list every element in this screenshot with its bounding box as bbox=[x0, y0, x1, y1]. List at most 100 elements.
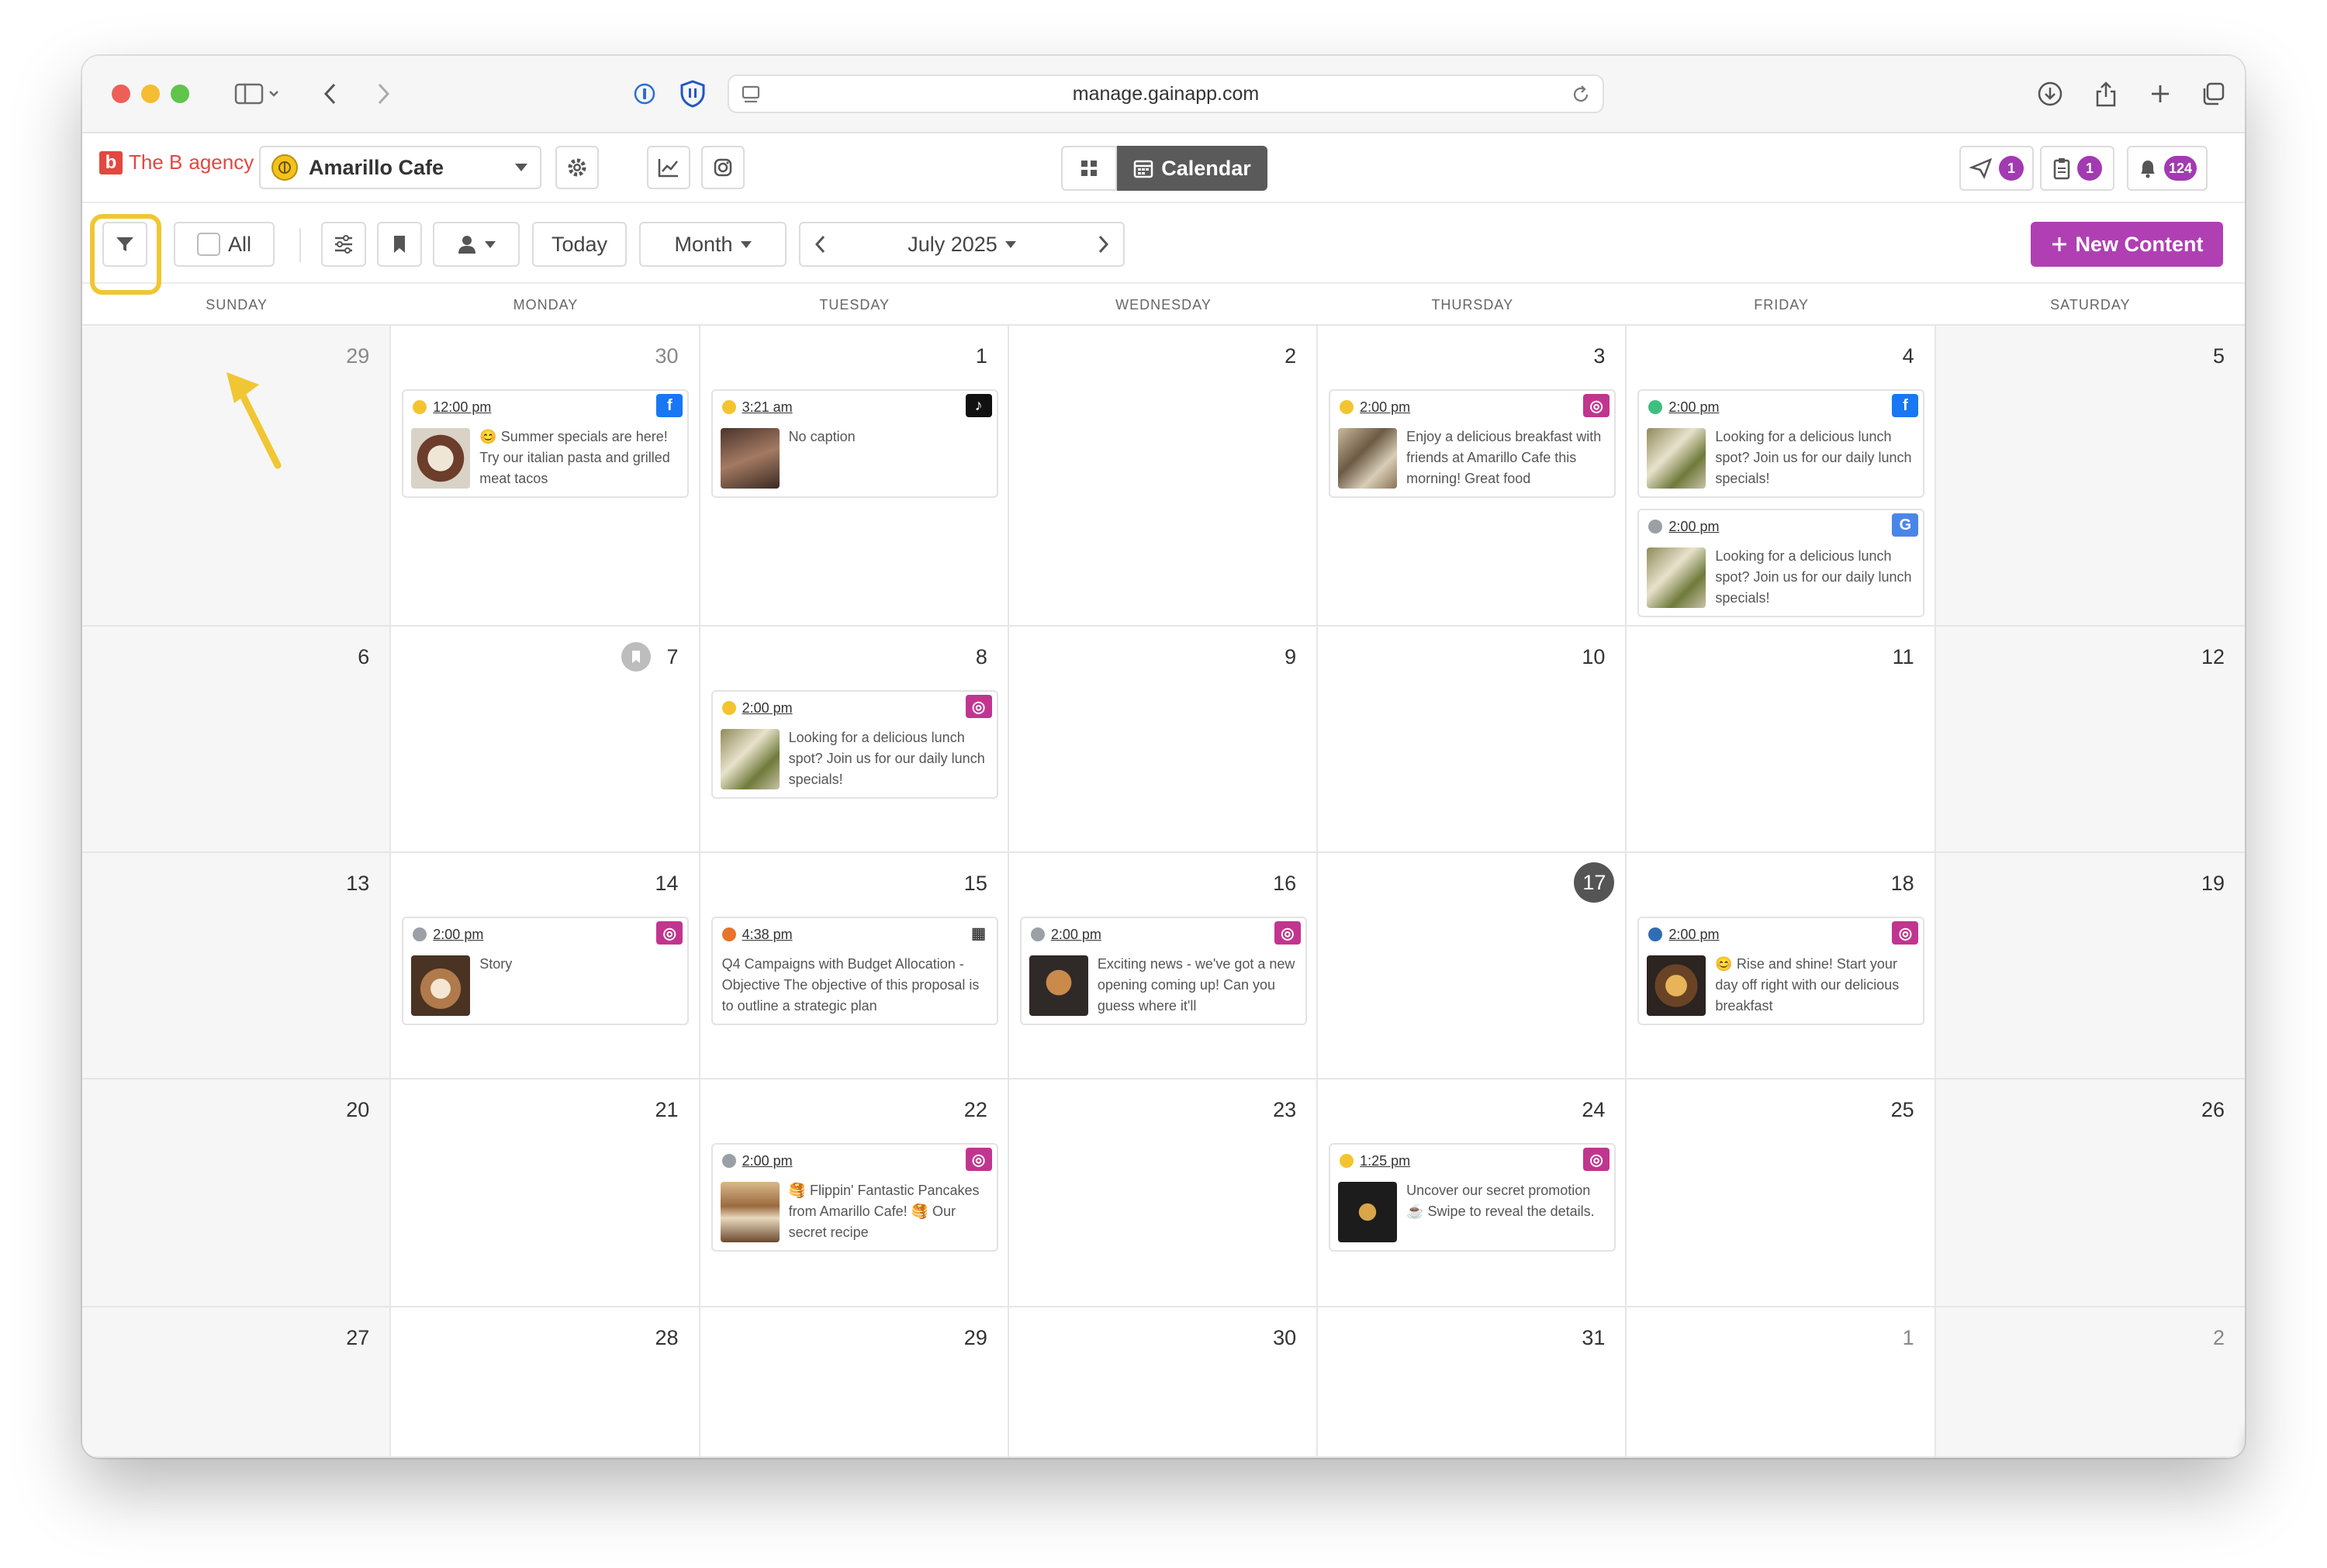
chart-icon bbox=[658, 159, 678, 178]
day-cell[interactable]: 6 bbox=[82, 627, 392, 853]
grid-view-button[interactable] bbox=[1061, 146, 1117, 191]
post-card[interactable]: 2:00 pm ◎ Enjoy a delicious breakfast wi… bbox=[1329, 389, 1616, 498]
post-time[interactable]: 4:38 pm bbox=[742, 927, 793, 943]
period-label[interactable]: July 2025 bbox=[908, 233, 998, 257]
day-cell[interactable]: 19 bbox=[1935, 853, 2245, 1079]
analytics-button[interactable] bbox=[647, 146, 690, 189]
bookmark-button[interactable] bbox=[377, 222, 422, 267]
post-time[interactable]: 2:00 pm bbox=[1051, 927, 1101, 943]
day-cell[interactable]: 31 bbox=[1318, 1307, 1627, 1458]
share-icon[interactable] bbox=[2087, 74, 2125, 113]
instagram-button[interactable] bbox=[701, 146, 745, 189]
view-mode-dropdown[interactable]: Month bbox=[639, 222, 787, 267]
day-cell[interactable]: 22 2:00 pm ◎ 🥞 Flippin' Fantastic Pancak… bbox=[700, 1079, 1009, 1307]
new-content-button[interactable]: New Content bbox=[2031, 222, 2223, 267]
post-card[interactable]: 12:00 pm f 😊 Summer specials are here! T… bbox=[402, 389, 690, 498]
day-cell[interactable]: 8 2:00 pm ◎ Looking for a delicious lunc… bbox=[700, 627, 1009, 853]
day-cell[interactable]: 13 bbox=[82, 853, 392, 1079]
next-month-button[interactable] bbox=[1097, 234, 1109, 260]
shield-extension-icon[interactable] bbox=[673, 74, 712, 113]
day-cell[interactable]: 30 bbox=[1008, 1307, 1319, 1458]
prev-month-button[interactable] bbox=[814, 234, 827, 260]
post-card[interactable]: 4:38 pm ▦ Q4 Campaigns with Budget Alloc… bbox=[711, 917, 998, 1025]
notifications-button[interactable]: 124 bbox=[2127, 146, 2208, 191]
clipboard-icon bbox=[2053, 158, 2070, 180]
day-cell[interactable]: 10 bbox=[1318, 627, 1627, 853]
post-card[interactable]: 2:00 pm ◎ Exciting news - we've got a ne… bbox=[1019, 917, 1307, 1025]
day-cell[interactable]: 23 bbox=[1008, 1079, 1319, 1307]
close-window-button[interactable] bbox=[112, 85, 130, 103]
day-cell[interactable]: 11 bbox=[1627, 627, 1936, 853]
day-cell[interactable]: 7 bbox=[391, 627, 700, 853]
settings-sliders-button[interactable] bbox=[321, 222, 366, 267]
reload-icon[interactable] bbox=[1570, 84, 1592, 111]
day-cell[interactable]: 29 bbox=[82, 326, 392, 627]
instagram-icon: ◎ bbox=[965, 1148, 992, 1171]
address-bar[interactable]: manage.gainapp.com bbox=[728, 74, 1604, 113]
post-time[interactable]: 2:00 pm bbox=[1360, 399, 1410, 416]
post-time[interactable]: 12:00 pm bbox=[433, 399, 491, 416]
day-cell[interactable]: 30 12:00 pm f 😊 Summer specials are here… bbox=[391, 326, 700, 627]
day-cell[interactable]: 12 bbox=[1935, 627, 2245, 853]
day-cell[interactable]: 1 bbox=[1627, 1307, 1936, 1458]
post-time[interactable]: 2:00 pm bbox=[1668, 399, 1719, 416]
day-cell[interactable]: 28 bbox=[391, 1307, 700, 1458]
day-cell[interactable]: 4 2:00 pm f Looking for a delicious lunc… bbox=[1627, 326, 1936, 627]
page-settings-icon[interactable] bbox=[740, 84, 762, 111]
post-time[interactable]: 2:00 pm bbox=[1668, 519, 1719, 535]
brand-logo[interactable]: b The B agency bbox=[99, 150, 254, 174]
day-cell[interactable]: 1 3:21 am ♪ No caption bbox=[700, 326, 1009, 627]
settings-button[interactable] bbox=[555, 146, 599, 189]
day-cell[interactable]: 25 bbox=[1627, 1079, 1936, 1307]
day-cell[interactable]: 2 bbox=[1935, 1307, 2245, 1458]
post-card[interactable]: 2:00 pm ◎ 😊 Rise and shine! Start your d… bbox=[1637, 917, 1925, 1025]
post-card[interactable]: 2:00 pm f Looking for a delicious lunch … bbox=[1637, 389, 1925, 498]
forward-icon[interactable] bbox=[368, 74, 399, 113]
day-cell[interactable]: 3 2:00 pm ◎ Enjoy a delicious breakfast … bbox=[1318, 326, 1627, 627]
location-select[interactable]: Amarillo Cafe bbox=[259, 146, 541, 189]
post-time[interactable]: 3:21 am bbox=[742, 399, 793, 416]
password-extension-icon[interactable] bbox=[625, 74, 664, 113]
sidebar-toggle-icon[interactable] bbox=[226, 74, 289, 113]
day-cell[interactable]: 20 bbox=[82, 1079, 392, 1307]
post-time[interactable]: 2:00 pm bbox=[433, 927, 483, 943]
post-time[interactable]: 2:00 pm bbox=[742, 700, 793, 717]
back-icon[interactable] bbox=[315, 74, 346, 113]
calendar-view-button[interactable]: Calendar bbox=[1117, 146, 1267, 191]
day-cell[interactable]: 16 2:00 pm ◎ Exciting news - we've got a… bbox=[1008, 853, 1319, 1079]
day-number: 31 bbox=[1582, 1326, 1606, 1349]
post-card[interactable]: 2:00 pm G Looking for a delicious lunch … bbox=[1637, 509, 1925, 617]
post-time[interactable]: 2:00 pm bbox=[1668, 927, 1719, 943]
today-button[interactable]: Today bbox=[532, 222, 627, 267]
post-card[interactable]: 2:00 pm ◎ Looking for a delicious lunch … bbox=[711, 690, 998, 799]
day-cell[interactable]: 18 2:00 pm ◎ 😊 Rise and shine! Start you… bbox=[1627, 853, 1936, 1079]
post-card[interactable]: 1:25 pm ◎ Uncover our secret promotion ☕… bbox=[1329, 1143, 1616, 1252]
day-cell[interactable]: 2 bbox=[1008, 326, 1319, 627]
day-cell[interactable]: 21 bbox=[391, 1079, 700, 1307]
checkbox[interactable] bbox=[196, 233, 220, 256]
post-time[interactable]: 2:00 pm bbox=[742, 1153, 793, 1169]
day-cell[interactable]: 27 bbox=[82, 1307, 392, 1458]
day-cell[interactable]: 17 bbox=[1318, 853, 1627, 1079]
day-cell[interactable]: 15 4:38 pm ▦ Q4 Campaigns with Budget Al… bbox=[700, 853, 1009, 1079]
day-cell[interactable]: 26 bbox=[1935, 1079, 2245, 1307]
bookmark-note-icon[interactable] bbox=[621, 642, 651, 672]
day-cell[interactable]: 29 bbox=[700, 1307, 1009, 1458]
new-tab-icon[interactable] bbox=[2141, 74, 2180, 113]
assignee-dropdown[interactable] bbox=[433, 222, 520, 267]
downloads-icon[interactable] bbox=[2031, 74, 2069, 113]
tasks-button[interactable]: 1 bbox=[2040, 146, 2114, 191]
tab-overview-icon[interactable] bbox=[2194, 74, 2232, 113]
post-card[interactable]: 3:21 am ♪ No caption bbox=[711, 389, 998, 498]
zoom-window-button[interactable] bbox=[171, 85, 189, 103]
post-time[interactable]: 1:25 pm bbox=[1360, 1153, 1410, 1169]
select-all-checkbox[interactable]: All bbox=[174, 222, 275, 267]
outbox-button[interactable]: 1 bbox=[1959, 146, 2034, 191]
day-cell[interactable]: 24 1:25 pm ◎ Uncover our secret promotio… bbox=[1318, 1079, 1627, 1307]
post-card[interactable]: 2:00 pm ◎ Story bbox=[402, 917, 690, 1025]
post-card[interactable]: 2:00 pm ◎ 🥞 Flippin' Fantastic Pancakes … bbox=[711, 1143, 998, 1252]
minimize-window-button[interactable] bbox=[141, 85, 160, 103]
day-cell[interactable]: 5 bbox=[1935, 326, 2245, 627]
day-cell[interactable]: 14 2:00 pm ◎ Story bbox=[391, 853, 700, 1079]
day-cell[interactable]: 9 bbox=[1008, 627, 1319, 853]
